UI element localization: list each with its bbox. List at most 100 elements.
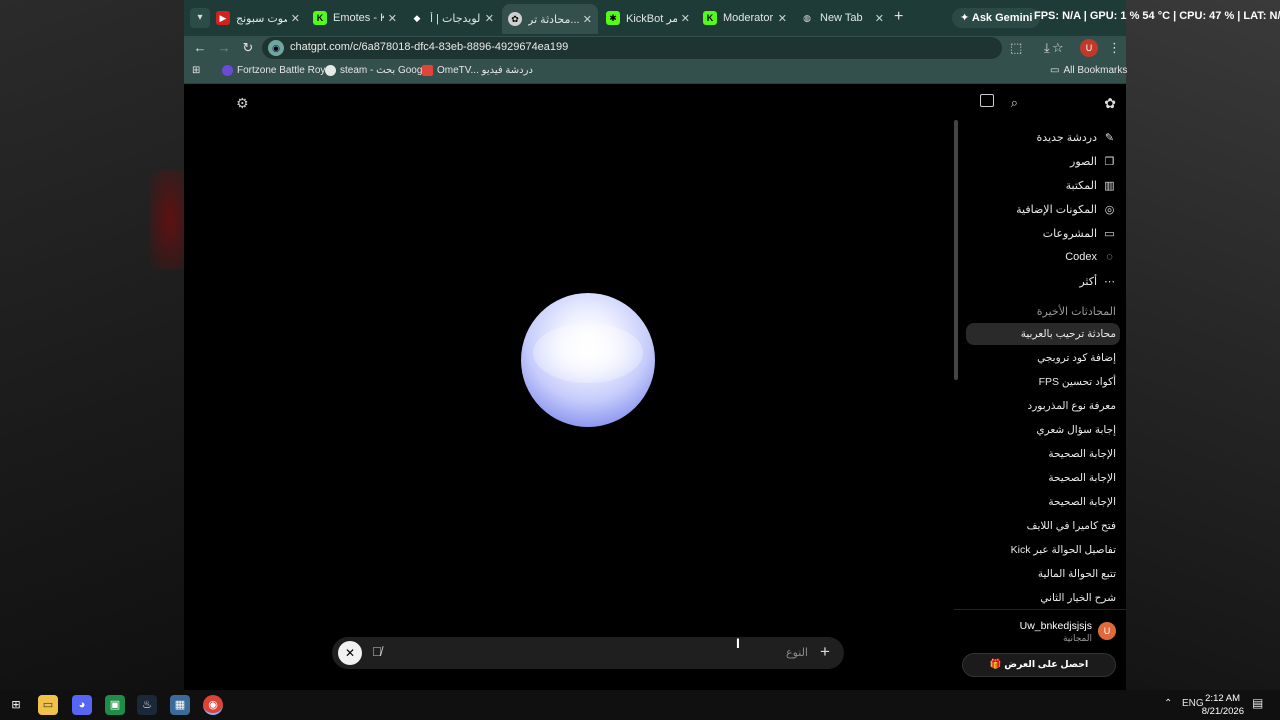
sidebar-item-label: المشروعات [1042, 227, 1097, 240]
sidebar-item-library[interactable]: ▥ المكتبة [1066, 174, 1116, 196]
tab-active[interactable]: ✿ محادثة تر... ✕ [502, 4, 598, 34]
bookmark-item[interactable]: Fortzone Battle Roy... [222, 65, 333, 76]
plugins-icon: ◎ [1104, 203, 1115, 216]
address-bar[interactable]: ◉ chatgpt.com/c/6a878018-dfc4-83eb-8896-… [262, 37, 1064, 59]
tab[interactable]: ▶ صوت سبونج ... ✕ [210, 6, 306, 30]
sidebar-item-new-chat[interactable]: ✎ دردشة جديدة [1037, 126, 1116, 148]
chatgpt-page: ⚙ ✕ 🎙̸ النوع + I ✿ ⌕ ✎ دردشة جديدة ❐ الص… [184, 85, 1126, 690]
tab[interactable]: K Moderator - K... ✕ [697, 6, 793, 30]
voice-input-placeholder[interactable]: النوع [786, 646, 808, 659]
chat-item[interactable]: الإجابة الصحيحة [1048, 467, 1116, 489]
chrome-icon[interactable]: ◉ [203, 695, 223, 715]
tab-search-button[interactable]: ▾ [190, 8, 210, 28]
tab-close-icon[interactable]: ✕ [681, 12, 690, 25]
tab[interactable]: ◆ الويدجات | أ... ✕ [404, 6, 500, 30]
discord-icon[interactable]: ◕ [72, 695, 92, 715]
tray-overflow-icon[interactable]: ⌃ [1164, 698, 1172, 709]
menu-icon[interactable]: ⋮ [1108, 40, 1121, 56]
tab-close-icon[interactable]: ✕ [291, 12, 300, 25]
apps-icon[interactable]: ⊞ [192, 65, 200, 76]
tab-title: Moderator - K... [723, 12, 774, 24]
folder-icon: ▭ [1104, 227, 1115, 240]
chat-item[interactable]: تفاصيل الحوالة عبر Kick [1011, 539, 1116, 561]
offer-label: احصل على العرض [1004, 659, 1089, 670]
sidebar-scrollbar[interactable] [954, 120, 958, 380]
get-offer-button[interactable]: احصل على العرض 🎁 [962, 653, 1116, 677]
chat-item[interactable]: أكواد تحسين FPS [1039, 371, 1116, 393]
bookmark-item[interactable]: steam - بحث Google [325, 65, 430, 76]
ask-gemini-button[interactable]: ✦ Ask Gemini [952, 8, 1041, 28]
bookmark-star-icon[interactable]: ☆ [1052, 40, 1064, 56]
chat-item[interactable]: الإجابة الصحيحة [1048, 491, 1116, 513]
tab[interactable]: K Emotes - Kick ✕ [307, 6, 403, 30]
end-voice-button[interactable]: ✕ [338, 641, 362, 665]
all-bookmarks-label: All Bookmarks [1063, 65, 1128, 76]
sidebar-item-label: أكثر [1079, 275, 1097, 288]
library-icon: ▥ [1104, 179, 1115, 192]
user-avatar[interactable]: U [1098, 622, 1116, 640]
extensions-icon[interactable]: ⬚ [1010, 40, 1022, 56]
sidebar-item-images[interactable]: ❐ الصور [1070, 150, 1116, 172]
download-icon[interactable]: ⤓ [1044, 40, 1050, 56]
desktop-wallpaper-left [0, 0, 184, 690]
bookmark-label: steam - بحث Google [340, 65, 431, 76]
chat-item[interactable]: معرفة نوع المذربورد [1028, 395, 1116, 417]
sidebar-item-projects[interactable]: ▭ المشروعات [1043, 222, 1116, 244]
user-plan: المجانية [1062, 633, 1092, 643]
app-window-icon[interactable]: ▦ [170, 695, 190, 715]
sidebar-item-label: المكونات الإضافية [1016, 203, 1097, 216]
windows-start-icon[interactable]: ⊞ [6, 695, 26, 715]
kick-icon: K [313, 11, 327, 25]
browser-window: ▾ ▶ صوت سبونج ... ✕ K Emotes - Kick ✕ ◆ … [184, 0, 1280, 690]
widget-icon: ◆ [410, 11, 424, 25]
chat-item[interactable]: شرح الخيار الثاني [1040, 587, 1116, 609]
steam-icon[interactable]: ♨ [137, 695, 157, 715]
back-icon[interactable]: ← [192, 40, 208, 56]
tab-close-icon[interactable]: ✕ [388, 12, 397, 25]
gift-icon: 🎁 [989, 659, 1002, 670]
tab[interactable]: ◍ New Tab ✕ [794, 6, 890, 30]
more-icon: ⋯ [1104, 275, 1115, 288]
clock-date[interactable]: 8/21/2026 [1200, 706, 1244, 717]
file-explorer-icon[interactable]: ▭ [38, 695, 58, 715]
sidebar-item-more[interactable]: ⋯ أكثر [1079, 270, 1116, 292]
sidebar-toggle-icon[interactable] [980, 94, 994, 107]
bookmark-label: OmeTV... دردشة فيديو [437, 65, 533, 76]
clock-time[interactable]: 2:12 AM [1204, 693, 1240, 704]
reload-icon[interactable]: ↻ [240, 40, 256, 56]
tab-close-icon[interactable]: ✕ [485, 12, 494, 25]
voice-settings-icon[interactable]: ⚙ [236, 95, 249, 112]
all-bookmarks-button[interactable]: ▭ All Bookmarks [1050, 65, 1127, 76]
site-info-icon[interactable]: ◉ [268, 40, 284, 56]
search-icon[interactable]: ⌕ [1011, 95, 1018, 111]
profile-avatar[interactable]: U [1080, 39, 1098, 57]
kick-icon: K [703, 11, 717, 25]
tab[interactable]: ✱ KickBot أوامر ✕ [600, 6, 696, 30]
sidebar-item-label: الصور [1070, 155, 1097, 168]
windows-taskbar: ⊞ ▭ ◕ ▣ ♨ ▦ ◉ ⌃ ENG 2:12 AM 8/21/2026 ▤ [0, 690, 1280, 720]
tab-close-icon[interactable]: ✕ [583, 13, 592, 26]
sidebar-item-plugins[interactable]: ◎ المكونات الإضافية [1016, 198, 1116, 220]
chat-item[interactable]: تتبع الحوالة المالية [1038, 563, 1116, 585]
app-icon[interactable]: ▣ [105, 695, 125, 715]
user-name[interactable]: Uw_bnkedjsjsjs [1020, 620, 1092, 632]
mic-mute-icon[interactable]: 🎙̸ [372, 644, 382, 659]
chat-item[interactable]: فتح كاميرا في اللايف [1027, 515, 1116, 537]
add-attachment-button[interactable]: + [820, 642, 830, 662]
chat-item-active[interactable]: محادثة ترحيب بالعربية [966, 323, 1120, 345]
forward-icon[interactable]: → [216, 40, 232, 56]
sidebar-item-codex[interactable]: ◌ Codex [1065, 246, 1116, 268]
openai-logo-icon[interactable]: ✿ [1104, 95, 1116, 112]
notifications-icon[interactable]: ▤ [1252, 696, 1263, 710]
orb-cloud [533, 323, 643, 383]
tab-title: الويدجات | أ... [430, 12, 481, 25]
codex-icon: ◌ [1106, 251, 1113, 263]
chat-item[interactable]: إجابة سؤال شعري [1036, 419, 1116, 441]
chat-item[interactable]: الإجابة الصحيحة [1048, 443, 1116, 465]
tab-close-icon[interactable]: ✕ [778, 12, 787, 25]
new-tab-button[interactable]: + [894, 9, 903, 25]
bookmark-item[interactable]: OmeTV... دردشة فيديو [422, 65, 533, 76]
tab-close-icon[interactable]: ✕ [875, 12, 884, 25]
url-text: chatgpt.com/c/6a878018-dfc4-83eb-8896-49… [290, 41, 569, 53]
chat-item[interactable]: إضافة كود تروبجي [1037, 347, 1116, 369]
